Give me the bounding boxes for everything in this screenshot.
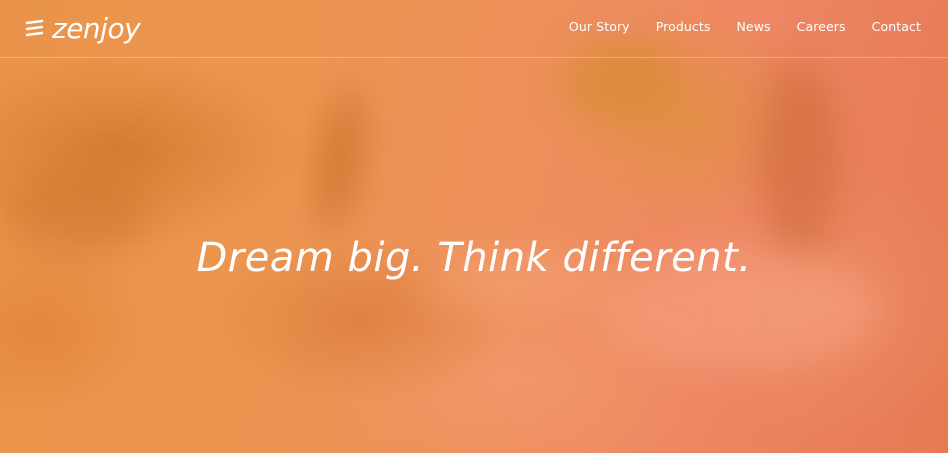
top-navigation-bar: zenjoy Our Story Products News Careers C… <box>0 0 948 58</box>
hero-background <box>0 0 948 453</box>
brand-logo-link[interactable]: zenjoy <box>24 12 141 46</box>
nav-item-contact[interactable]: Contact <box>872 19 921 34</box>
brand-name: zenjoy <box>52 12 141 45</box>
nav-item-careers[interactable]: Careers <box>797 19 846 34</box>
background-blur-shape <box>310 87 370 233</box>
background-blur-shape <box>760 60 840 260</box>
hero-headline: Dream big. Think different. <box>196 234 752 281</box>
nav-item-news[interactable]: News <box>736 19 770 34</box>
nav-item-products[interactable]: Products <box>656 19 711 34</box>
nav-item-our-story[interactable]: Our Story <box>569 19 630 34</box>
zenjoy-logo-icon <box>25 19 44 37</box>
main-nav: Our Story Products News Careers Contact <box>569 19 921 34</box>
